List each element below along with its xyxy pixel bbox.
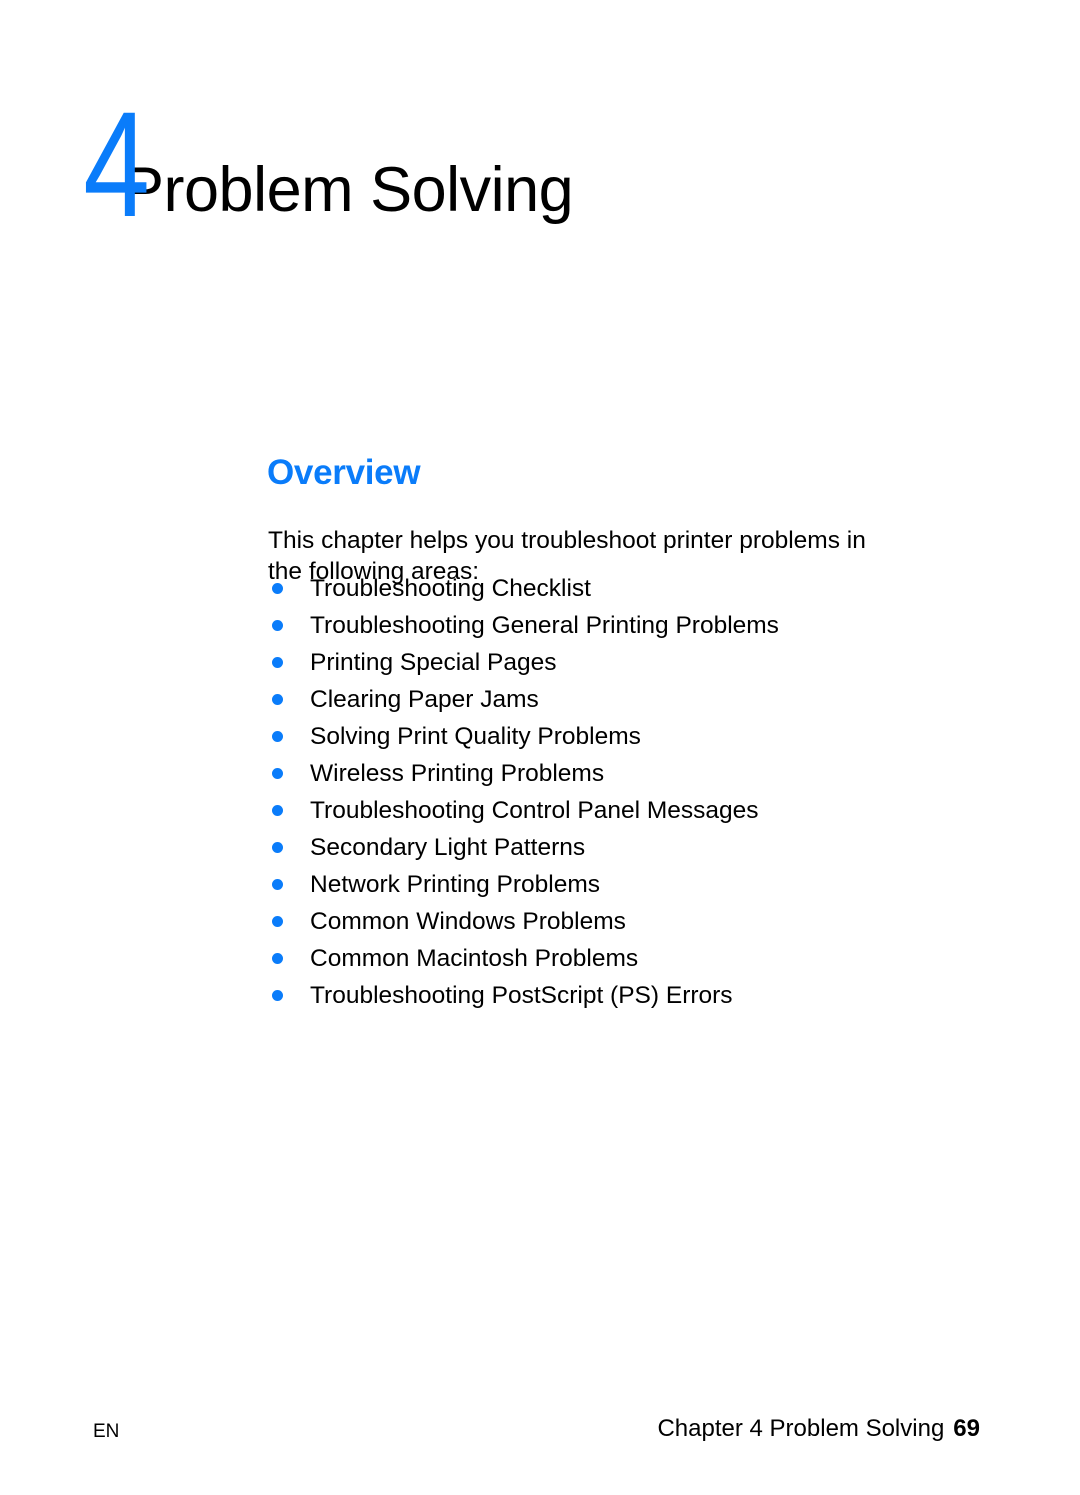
bullet-dot-icon bbox=[272, 694, 283, 705]
list-item-label: Wireless Printing Problems bbox=[310, 760, 605, 787]
footer-page-number: 69 bbox=[953, 1415, 980, 1442]
bullet-dot-icon bbox=[272, 657, 283, 668]
bullet-dot-icon bbox=[272, 842, 283, 853]
bullet-dot-icon bbox=[272, 583, 283, 594]
list-item: Troubleshooting General Printing Problem… bbox=[268, 607, 968, 644]
list-item: Clearing Paper Jams bbox=[268, 681, 968, 718]
section-heading-overview: Overview bbox=[267, 453, 421, 493]
chapter-heading: 4 Problem Solving bbox=[0, 70, 1080, 248]
list-item-label: Clearing Paper Jams bbox=[310, 686, 539, 713]
chapter-title: Problem Solving bbox=[122, 155, 574, 225]
list-item: Solving Print Quality Problems bbox=[268, 718, 968, 755]
page-footer: EN Chapter 4 Problem Solving 69 bbox=[0, 1415, 1080, 1455]
list-item: Network Printing Problems bbox=[268, 866, 968, 903]
bullet-dot-icon bbox=[272, 805, 283, 816]
list-item-label: Common Windows Problems bbox=[310, 908, 626, 935]
list-item-label: Network Printing Problems bbox=[310, 871, 601, 898]
list-item-label: Troubleshooting Control Panel Messages bbox=[310, 797, 759, 824]
list-item-label: Printing Special Pages bbox=[310, 649, 557, 676]
bullet-dot-icon bbox=[272, 879, 283, 890]
list-item-label: Secondary Light Patterns bbox=[310, 834, 586, 861]
list-item-label: Troubleshooting General Printing Problem… bbox=[310, 612, 779, 639]
list-item: Troubleshooting Control Panel Messages bbox=[268, 792, 968, 829]
list-item: Secondary Light Patterns bbox=[268, 829, 968, 866]
footer-right-group: Chapter 4 Problem Solving 69 bbox=[657, 1415, 980, 1443]
footer-language-code: EN bbox=[93, 1421, 120, 1442]
bullet-dot-icon bbox=[272, 731, 283, 742]
list-item: Printing Special Pages bbox=[268, 644, 968, 681]
bullet-dot-icon bbox=[272, 953, 283, 964]
list-item: Wireless Printing Problems bbox=[268, 755, 968, 792]
list-item: Common Macintosh Problems bbox=[268, 940, 968, 977]
chapter-number: 4 bbox=[83, 80, 150, 248]
bullet-dot-icon bbox=[272, 620, 283, 631]
list-item-label: Troubleshooting PostScript (PS) Errors bbox=[310, 982, 733, 1009]
list-item: Troubleshooting PostScript (PS) Errors bbox=[268, 977, 968, 1014]
list-item-label: Common Macintosh Problems bbox=[310, 945, 639, 972]
list-item: Common Windows Problems bbox=[268, 903, 968, 940]
list-item-label: Solving Print Quality Problems bbox=[310, 723, 641, 750]
document-page: 4 Problem Solving Overview This chapter … bbox=[0, 0, 1080, 1495]
list-item: Troubleshooting Checklist bbox=[268, 570, 968, 607]
bullet-dot-icon bbox=[272, 916, 283, 927]
footer-chapter-text: Chapter 4 Problem Solving bbox=[657, 1415, 945, 1442]
bullet-dot-icon bbox=[272, 768, 283, 779]
topic-list: Troubleshooting Checklist Troubleshootin… bbox=[268, 570, 968, 1014]
list-item-label: Troubleshooting Checklist bbox=[310, 575, 591, 602]
bullet-dot-icon bbox=[272, 990, 283, 1001]
